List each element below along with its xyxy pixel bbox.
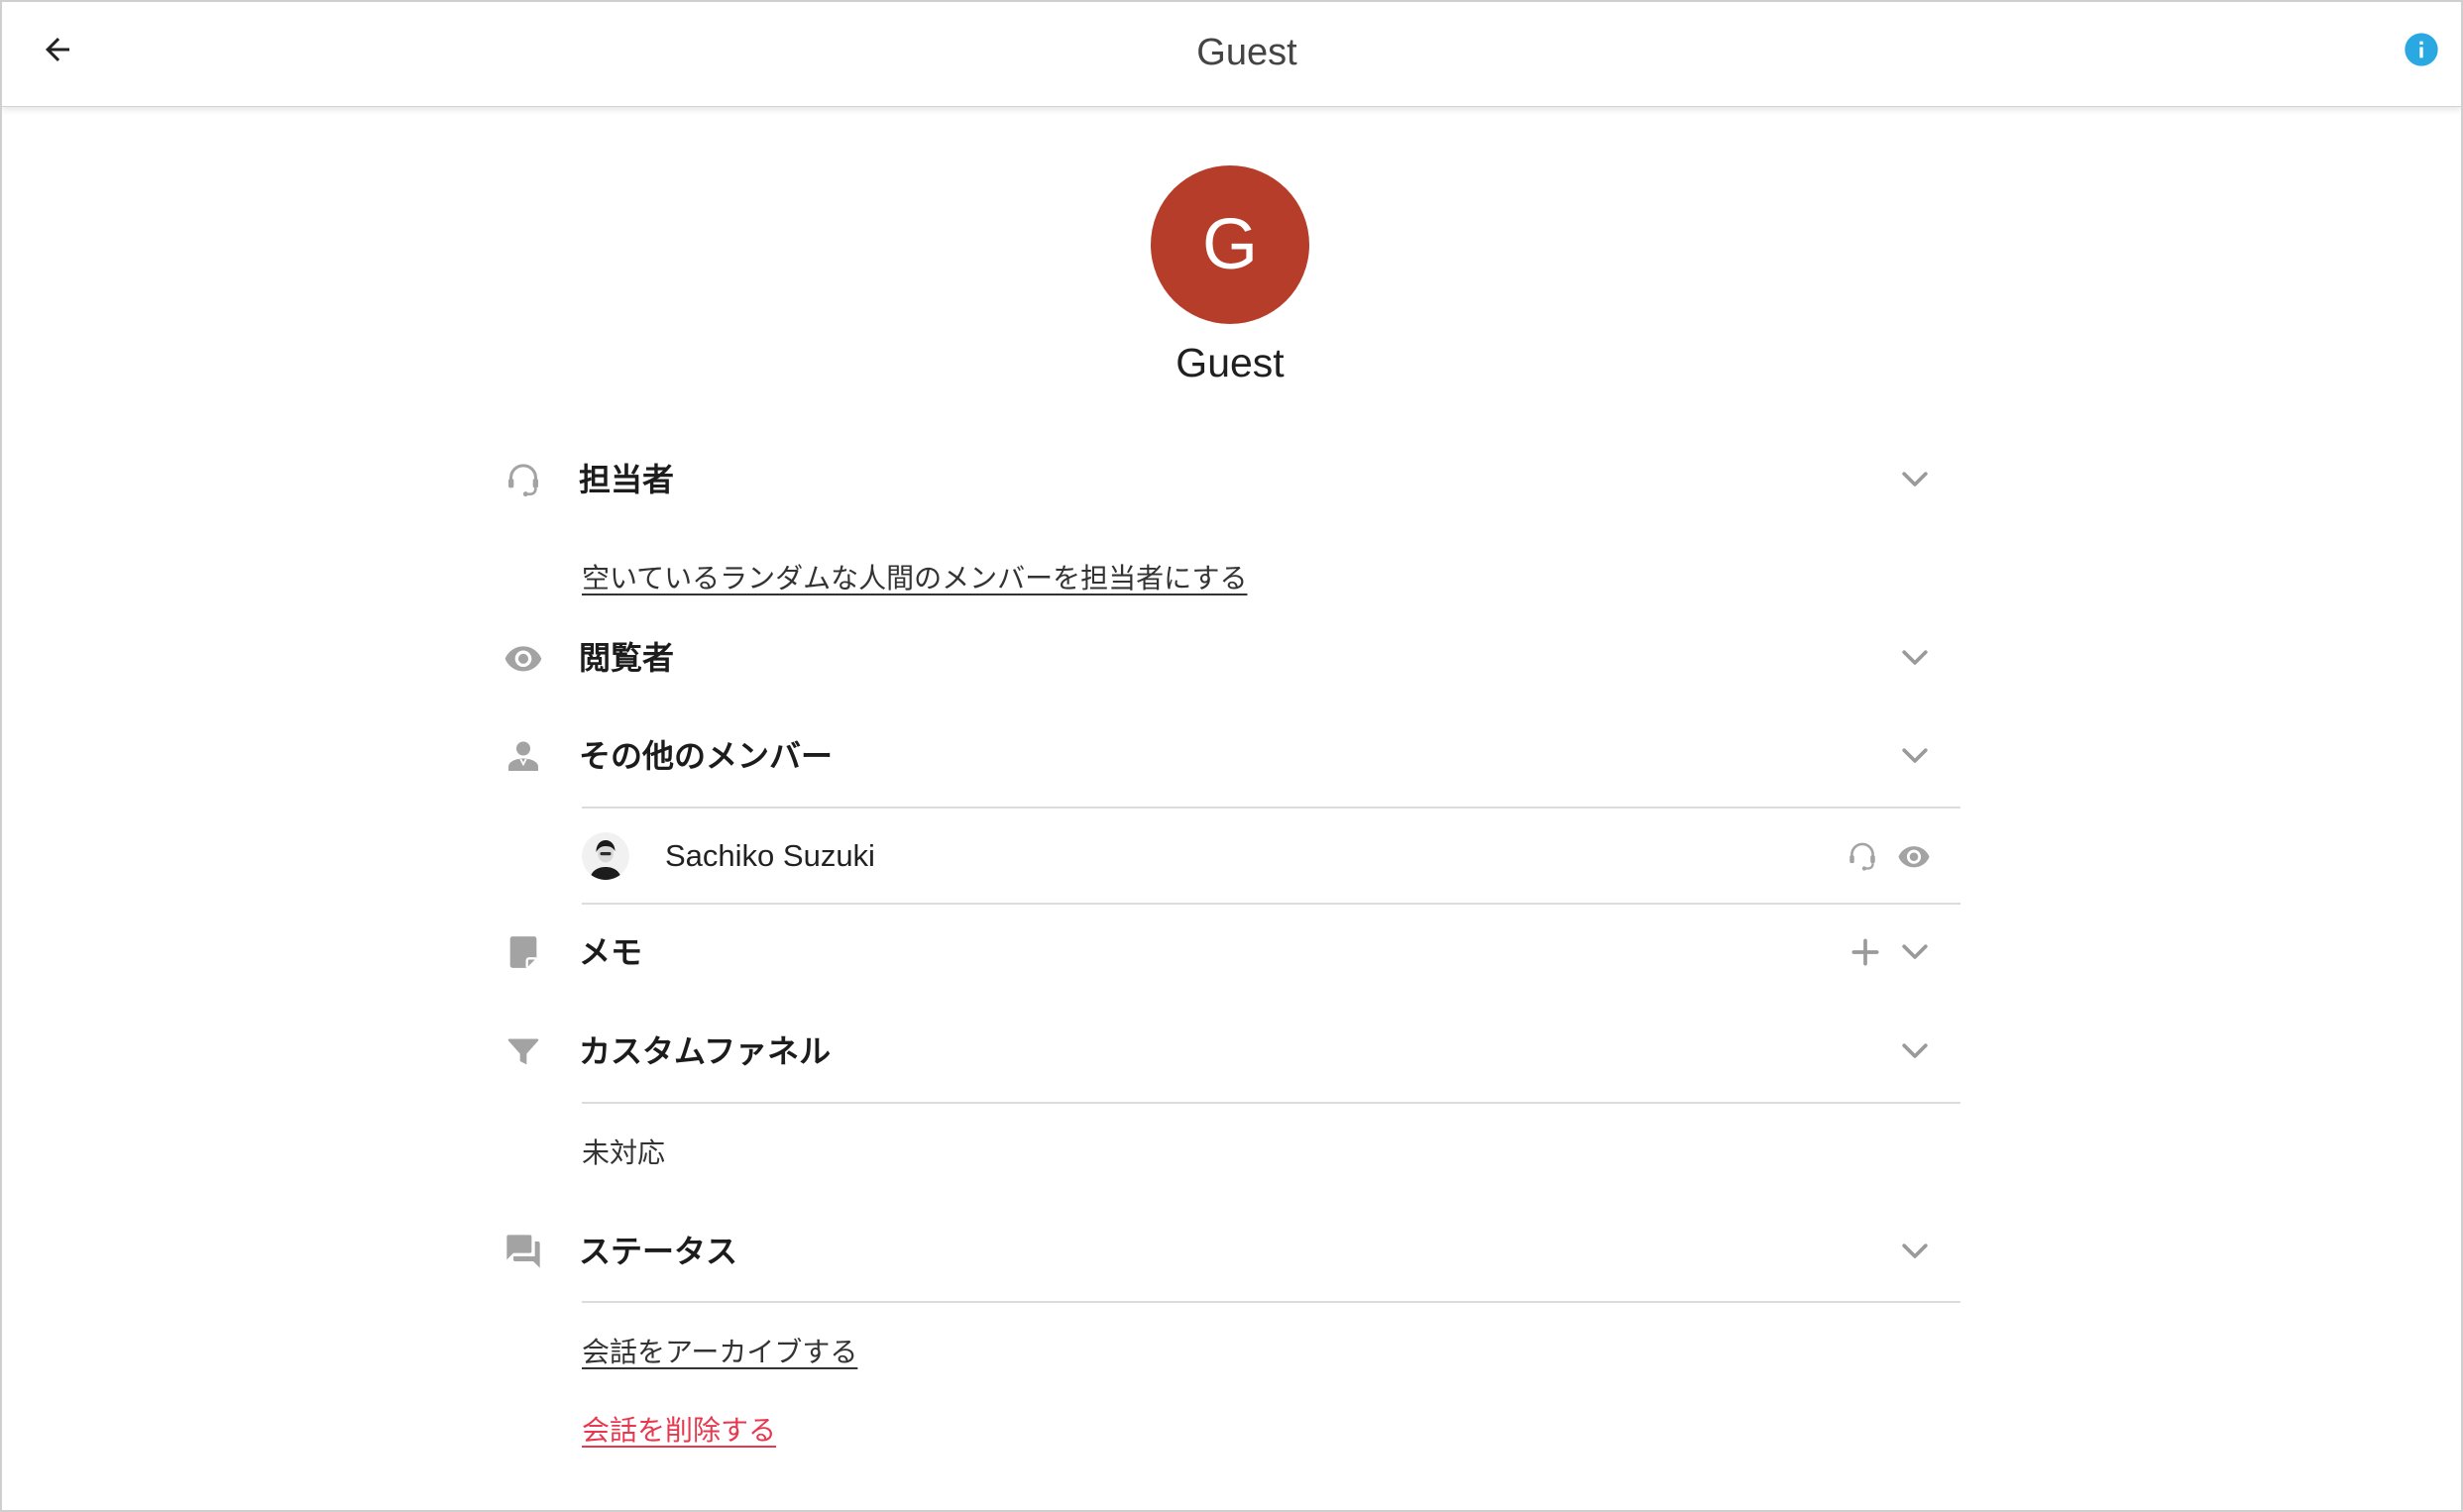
info-icon [2405, 33, 2438, 66]
section-assignee[interactable]: 担当者 [498, 450, 1964, 509]
chevron-down-icon[interactable] [1895, 1232, 1935, 1271]
make-viewer-button[interactable] [1897, 839, 1931, 873]
member-avatar [582, 832, 629, 880]
chevron-down-icon[interactable] [1895, 1031, 1935, 1071]
section-label-viewers: 閲覧者 [579, 640, 675, 676]
eye-icon [504, 638, 543, 678]
profile-name: Guest [1176, 340, 1285, 385]
arrow-back-icon [46, 38, 69, 61]
divider [582, 1301, 1960, 1303]
make-assignee-button[interactable] [1846, 839, 1879, 873]
divider [582, 1102, 1960, 1104]
profile-avatar: G [1151, 165, 1309, 324]
section-memo[interactable]: メモ [498, 922, 1964, 982]
delete-conversation-link[interactable]: 会話を削除する [582, 1411, 776, 1451]
eye-icon [1898, 846, 1930, 868]
headset-icon [504, 460, 543, 499]
person-icon [504, 736, 543, 776]
forum-icon [504, 1232, 543, 1271]
note-icon [504, 932, 543, 972]
filter-icon [504, 1031, 543, 1071]
section-status[interactable]: ステータス [498, 1222, 1964, 1281]
funnel-stage-value: 未対応 [582, 1137, 666, 1168]
chevron-down-icon[interactable] [1895, 638, 1935, 678]
back-button[interactable] [35, 27, 80, 72]
headset-icon [1849, 842, 1875, 871]
divider [582, 807, 1960, 809]
conversation-detail-screen: Guest G Guest 担当者 空いているランダムな人間のメンバーを担当者に… [0, 0, 2463, 1512]
section-other-members[interactable]: その他のメンバー [498, 726, 1964, 786]
section-label-status: ステータス [579, 1234, 738, 1269]
chevron-down-icon[interactable] [1895, 460, 1935, 499]
assign-random-member-link[interactable]: 空いているランダムな人間のメンバーを担当者にする [582, 559, 1247, 598]
member-name: Sachiko Suzuki [665, 838, 875, 873]
top-app-bar: Guest [2, 2, 2461, 107]
info-button[interactable] [2400, 28, 2443, 71]
section-custom-funnel[interactable]: カスタムファネル [498, 1022, 1964, 1081]
section-label-custom-funnel: カスタムファネル [579, 1033, 832, 1069]
section-viewers[interactable]: 閲覧者 [498, 628, 1964, 688]
section-label-memo: メモ [579, 934, 643, 970]
chevron-down-icon[interactable] [1895, 932, 1935, 972]
chevron-down-icon[interactable] [1895, 736, 1935, 776]
member-list-item[interactable]: Sachiko Suzuki [582, 826, 1960, 886]
page-title: Guest [1196, 32, 1297, 73]
archive-conversation-link[interactable]: 会話をアーカイブする [582, 1333, 857, 1372]
section-label-other-members: その他のメンバー [579, 738, 834, 774]
divider [582, 903, 1960, 905]
plus-icon[interactable] [1846, 932, 1885, 972]
section-label-assignee: 担当者 [579, 462, 675, 497]
